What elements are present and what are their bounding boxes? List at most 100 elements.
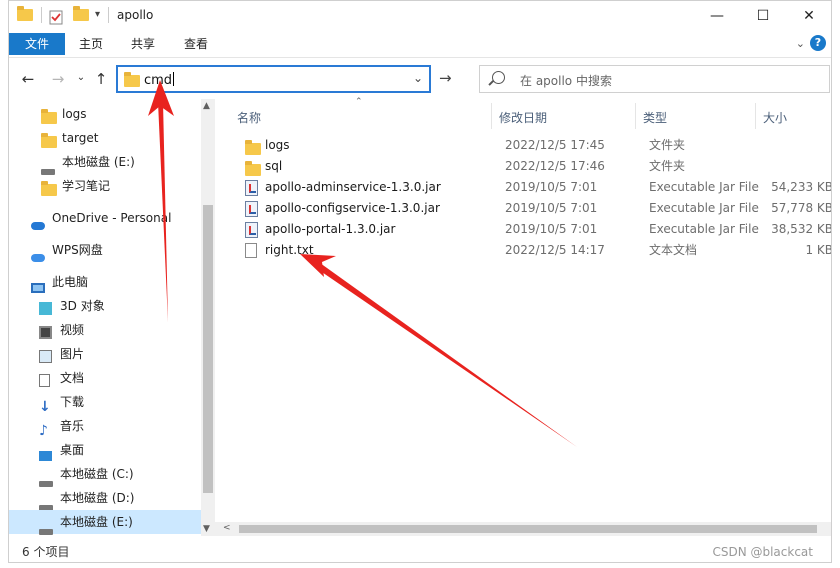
column-name[interactable]: 名称 <box>237 109 261 126</box>
text-caret <box>173 72 175 86</box>
title-bar: ▾ apollo — ☐ ✕ <box>9 1 831 31</box>
nav-item-label: 本地磁盘 (E:) <box>62 155 135 169</box>
tab-view[interactable]: 查看 <box>184 33 208 55</box>
vertical-scrollbar[interactable]: ▲ ▼ <box>201 99 215 536</box>
nav-item[interactable]: 学习笔记 <box>9 174 201 198</box>
go-button[interactable]: → <box>439 69 452 87</box>
minimize-button[interactable]: — <box>694 1 740 31</box>
nav-item[interactable]: logs <box>9 102 201 126</box>
address-value: cmd <box>144 73 173 88</box>
up-button[interactable]: ↑ <box>91 69 111 89</box>
nav-item[interactable]: 本地磁盘 (C:) <box>9 462 201 487</box>
nav-item[interactable]: WPS网盘 <box>9 238 201 262</box>
back-button[interactable]: ← <box>18 69 38 89</box>
column-header-row: ⌃ 名称 修改日期 类型 大小 <box>215 97 831 131</box>
file-name: sql <box>265 159 283 173</box>
nav-item[interactable]: 此电脑 <box>9 270 201 294</box>
file-size: 57,778 KB <box>771 201 832 215</box>
text-file-icon <box>245 243 257 265</box>
file-row[interactable]: right.txt 2022/12/5 14:17 文本文档 1 KB <box>235 240 831 261</box>
scroll-left-icon[interactable]: < <box>223 523 231 533</box>
expand-ribbon-icon[interactable]: ⌄ <box>796 37 805 50</box>
search-input[interactable]: 在 apollo 中搜索 <box>520 72 612 89</box>
scroll-down-icon[interactable]: ▼ <box>203 524 210 534</box>
help-icon[interactable]: ? <box>810 35 826 51</box>
address-input[interactable]: cmd <box>144 72 175 88</box>
documents-icon <box>39 371 53 387</box>
file-name: apollo-portal-1.3.0.jar <box>265 222 396 236</box>
file-name: logs <box>265 138 290 152</box>
separator <box>108 7 109 23</box>
file-date: 2022/12/5 17:46 <box>505 159 605 173</box>
search-box[interactable]: 在 apollo 中搜索 <box>479 65 830 93</box>
file-row[interactable]: logs 2022/12/5 17:45 文件夹 <box>235 135 831 156</box>
navigation-pane: logs target 本地磁盘 (E:) 学习笔记 OneDrive - Person… <box>9 99 215 536</box>
nav-item-label: 此电脑 <box>52 275 89 289</box>
address-bar[interactable]: cmd ⌄ <box>116 65 431 93</box>
file-type: 文本文档 <box>649 243 698 257</box>
column-type[interactable]: 类型 <box>643 109 667 126</box>
file-row[interactable]: apollo-adminservice-1.3.0.jar 2019/10/5 7… <box>235 177 832 198</box>
download-icon: ↓ <box>39 399 51 415</box>
maximize-button[interactable]: ☐ <box>740 1 786 31</box>
file-row[interactable]: apollo-configservice-1.3.0.jar 2019/10/5 … <box>235 198 832 219</box>
drive-icon <box>39 491 53 511</box>
file-date: 2019/10/5 7:01 <box>505 201 598 215</box>
file-row[interactable]: sql 2022/12/5 17:46 文件夹 <box>235 156 831 177</box>
nav-item[interactable]: 文档 <box>9 366 201 390</box>
nav-item[interactable]: 本地磁盘 (D:) <box>9 486 201 511</box>
file-name: right.txt <box>265 243 314 257</box>
nav-item[interactable]: 本地磁盘 (E:) <box>9 150 201 175</box>
nav-item[interactable]: 视频 <box>9 318 201 342</box>
background-page-strip-right <box>832 0 840 568</box>
nav-item[interactable]: 图片 <box>9 342 201 366</box>
column-size[interactable]: 大小 <box>763 109 787 126</box>
file-date: 2022/12/5 14:17 <box>505 243 605 257</box>
nav-item[interactable]: target <box>9 126 201 150</box>
close-button[interactable]: ✕ <box>786 1 831 31</box>
tab-file[interactable]: 文件 <box>9 33 65 55</box>
window-title: apollo <box>117 8 154 22</box>
file-type: Executable Jar File <box>649 180 759 194</box>
nav-item-label: 本地磁盘 (C:) <box>60 467 134 481</box>
watermark: CSDN @blackcat <box>712 545 813 559</box>
file-row[interactable]: apollo-portal-1.3.0.jar 2019/10/5 7:01 Exe… <box>235 219 831 240</box>
tab-home[interactable]: 主页 <box>79 33 103 55</box>
column-divider[interactable] <box>755 103 756 129</box>
desktop-icon <box>39 443 53 461</box>
recent-locations-icon[interactable]: ⌄ <box>71 68 91 88</box>
nav-item[interactable]: ♪ 音乐 <box>9 414 201 439</box>
nav-item-label: WPS网盘 <box>52 243 103 257</box>
folder-icon <box>41 179 57 196</box>
new-folder-icon[interactable] <box>73 6 89 23</box>
drive-icon <box>39 515 53 535</box>
file-type: 文件夹 <box>649 138 686 152</box>
column-date[interactable]: 修改日期 <box>499 109 547 126</box>
nav-item-label: 图片 <box>60 347 85 361</box>
onedrive-icon <box>31 211 45 230</box>
tab-share[interactable]: 共享 <box>131 33 155 55</box>
nav-item-label: 文档 <box>60 371 85 385</box>
nav-item[interactable]: 本地磁盘 (E:) <box>9 510 201 535</box>
file-date: 2019/10/5 7:01 <box>505 222 598 236</box>
music-icon: ♪ <box>39 423 48 439</box>
properties-icon[interactable] <box>49 9 65 25</box>
file-list: ⌃ 名称 修改日期 类型 大小 logs 2022/12/5 17:45 文件夹 sq… <box>215 97 832 536</box>
nav-item[interactable]: 3D 对象 <box>9 294 201 318</box>
nav-item[interactable]: 桌面 <box>9 438 201 462</box>
nav-item-label: logs <box>62 107 87 121</box>
explorer-window: ▾ apollo — ☐ ✕ 文件 主页 共享 查看 ⌄ ? ← → ⌄ ↑ c… <box>8 0 832 563</box>
horizontal-scrollbar[interactable]: < <box>215 522 831 536</box>
column-divider[interactable] <box>635 103 636 129</box>
nav-item[interactable]: OneDrive - Personal <box>9 206 201 230</box>
file-size: 54,233 KB <box>771 180 832 194</box>
scrollbar-thumb[interactable] <box>203 205 213 493</box>
scrollbar-thumb[interactable] <box>239 525 817 533</box>
nav-item[interactable]: ↓ 下载 <box>9 390 201 415</box>
background-page-strip-bottom <box>0 563 840 568</box>
column-divider[interactable] <box>491 103 492 129</box>
scroll-up-icon[interactable]: ▲ <box>203 101 210 111</box>
forward-button[interactable]: → <box>48 69 68 89</box>
address-dropdown-icon[interactable]: ⌄ <box>413 71 423 85</box>
file-type: Executable Jar File <box>649 201 759 215</box>
